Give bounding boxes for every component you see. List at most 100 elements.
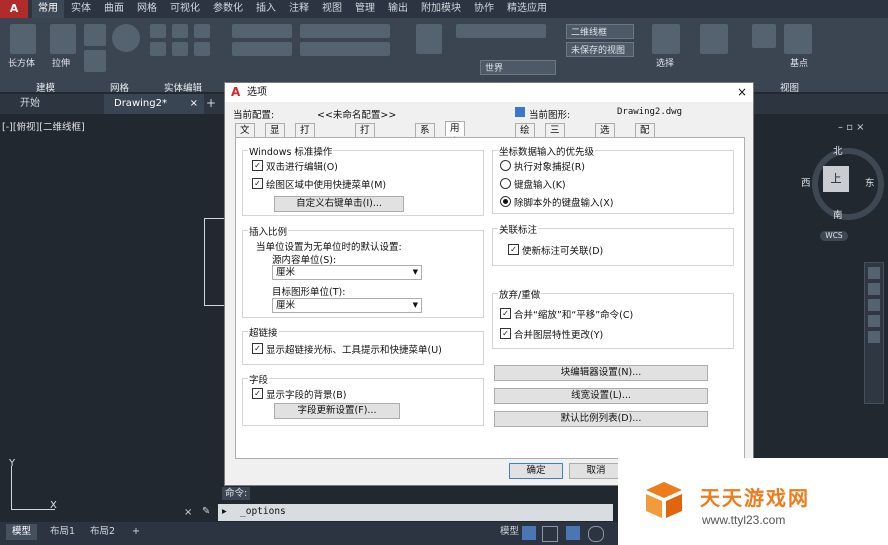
options-tab[interactable]: 配置 xyxy=(635,123,655,150)
options-tab[interactable]: 打印和发布 xyxy=(355,123,375,192)
layout1-tab[interactable]: 布局1 xyxy=(44,524,81,540)
add-layout-button[interactable]: + xyxy=(126,524,146,540)
draw-tools-icon[interactable] xyxy=(232,42,292,56)
group-mesh[interactable]: 网格 xyxy=(110,80,129,94)
command-input[interactable]: _options xyxy=(240,506,286,517)
keyboard-except-radio[interactable] xyxy=(500,196,511,207)
select-tool-icon[interactable] xyxy=(652,24,680,54)
close-icon[interactable]: × xyxy=(184,507,192,518)
viewcube-east[interactable]: 东 xyxy=(865,175,875,189)
layout2-tab[interactable]: 布局2 xyxy=(84,524,121,540)
grid-icon[interactable] xyxy=(522,526,536,540)
ribbon-tab[interactable]: 视图 xyxy=(316,0,348,18)
close-icon[interactable]: × xyxy=(190,94,198,114)
default-scale-list-button[interactable]: 默认比例列表(D)... xyxy=(494,411,708,427)
options-tab[interactable]: 系统 xyxy=(415,123,435,150)
group-view[interactable]: 视图 xyxy=(780,80,799,94)
box-tool-icon[interactable] xyxy=(10,24,36,54)
ribbon-tab[interactable]: 精选应用 xyxy=(501,0,553,18)
lineweight-settings-button[interactable]: 线宽设置(L)... xyxy=(494,388,708,404)
ribbon-tab[interactable]: 网格 xyxy=(131,0,163,18)
viewcube-top-face[interactable]: 上 xyxy=(823,166,849,192)
ucs-dropdown[interactable]: 世界 xyxy=(480,60,556,75)
polar-tracking-icon[interactable] xyxy=(588,526,604,542)
shortcut-menu-checkbox[interactable]: ✓ xyxy=(252,178,263,189)
customize-right-click-button[interactable]: 自定义右键单击(I)... xyxy=(274,196,404,212)
draw-tools-icon[interactable] xyxy=(232,24,292,38)
tool-icon[interactable] xyxy=(150,42,166,56)
ribbon-tab[interactable]: 可视化 xyxy=(164,0,206,18)
options-tab[interactable]: 打开和保存 xyxy=(295,123,315,192)
snap-icon[interactable] xyxy=(542,526,558,542)
group-solid-edit[interactable]: 实体编辑 xyxy=(164,80,202,94)
viewport-window-controls[interactable]: – ▫ × xyxy=(838,122,865,133)
ribbon-tab[interactable]: 曲面 xyxy=(98,0,130,18)
modify-tools-icon[interactable] xyxy=(300,24,390,38)
wrench-icon[interactable]: ✎ xyxy=(202,506,210,517)
combine-layer-checkbox[interactable]: ✓ xyxy=(500,328,511,339)
start-tab[interactable]: 开始 xyxy=(10,94,50,114)
tool-icon[interactable] xyxy=(172,42,188,56)
ribbon-tab[interactable]: 参数化 xyxy=(207,0,249,18)
options-tab[interactable]: 用户系统配置 xyxy=(445,121,465,204)
close-icon[interactable]: × xyxy=(737,83,747,102)
assoc-dim-checkbox[interactable]: ✓ xyxy=(508,244,519,255)
tool-icon[interactable] xyxy=(172,24,188,38)
tool-icon[interactable] xyxy=(150,24,166,38)
ribbon-tab[interactable]: 附加模块 xyxy=(415,0,467,18)
modify-tools-icon[interactable] xyxy=(300,42,390,56)
viewcube-west[interactable]: 西 xyxy=(801,175,811,189)
coord-tools-icon[interactable] xyxy=(456,24,546,38)
ribbon-tab[interactable]: 协作 xyxy=(468,0,500,18)
section-plane-icon[interactable] xyxy=(416,24,442,54)
ok-button[interactable]: 确定 xyxy=(509,463,563,479)
steering-wheel-icon[interactable] xyxy=(868,267,880,279)
group-tool-icon[interactable] xyxy=(700,24,728,54)
model-space-button[interactable]: 模型 xyxy=(494,524,525,540)
orbit-icon[interactable] xyxy=(868,315,880,327)
options-tab[interactable]: 显示 xyxy=(265,123,285,150)
view-tool-icon[interactable] xyxy=(752,24,776,48)
source-units-select[interactable]: 厘米 ▼ xyxy=(272,265,422,280)
tool-icon[interactable] xyxy=(84,24,106,46)
showmotion-icon[interactable] xyxy=(868,331,880,343)
options-tab[interactable]: 文件 xyxy=(235,123,255,150)
zoom-icon[interactable] xyxy=(868,299,880,311)
named-view-dropdown[interactable]: 未保存的视图 xyxy=(566,42,634,57)
ribbon-tab[interactable]: 管理 xyxy=(349,0,381,18)
tool-icon[interactable] xyxy=(194,24,210,38)
viewport-controls[interactable]: [-][俯视][二维线框] xyxy=(2,119,85,133)
field-bg-checkbox[interactable]: ✓ xyxy=(252,388,263,399)
model-tab[interactable]: 模型 xyxy=(6,524,38,540)
keyboard-radio[interactable] xyxy=(500,178,511,189)
pan-icon[interactable] xyxy=(868,283,880,295)
ribbon-tab[interactable]: 插入 xyxy=(250,0,282,18)
ribbon-tab[interactable]: 输出 xyxy=(382,0,414,18)
ribbon-tab[interactable]: 注释 xyxy=(283,0,315,18)
new-tab-icon[interactable]: + xyxy=(206,96,216,110)
base-view-icon[interactable] xyxy=(784,24,812,54)
hyperlink-checkbox[interactable]: ✓ xyxy=(252,343,263,354)
dblclick-checkbox[interactable]: ✓ xyxy=(252,160,263,171)
target-units-select[interactable]: 厘米 ▼ xyxy=(272,298,422,313)
viewcube-north[interactable]: 北 xyxy=(833,143,843,157)
group-modeling[interactable]: 建模 xyxy=(36,80,55,94)
tool-icon[interactable] xyxy=(194,42,210,56)
viewcube-south[interactable]: 南 xyxy=(833,207,843,221)
field-update-button[interactable]: 字段更新设置(F)... xyxy=(274,403,400,419)
options-tab[interactable]: 三维建模 xyxy=(545,123,565,178)
block-editor-settings-button[interactable]: 块编辑器设置(N)... xyxy=(494,365,708,381)
app-logo[interactable]: A xyxy=(0,0,28,18)
tool-icon[interactable] xyxy=(84,50,106,72)
ribbon-tab[interactable]: 实体 xyxy=(65,0,97,18)
extrude-tool-icon[interactable] xyxy=(50,24,76,54)
combine-zoom-checkbox[interactable]: ✓ xyxy=(500,308,511,319)
ribbon-tab[interactable]: 常用 xyxy=(32,0,64,18)
osnap-radio[interactable] xyxy=(500,160,511,171)
drawing-tab[interactable]: Drawing2* × xyxy=(104,94,204,114)
options-tab[interactable]: 绘图 xyxy=(515,123,535,150)
command-line[interactable]: ▸ _options xyxy=(218,504,613,521)
cancel-button[interactable]: 取消 xyxy=(569,463,623,479)
visual-style-dropdown[interactable]: 二维线框 xyxy=(566,24,634,39)
options-tab[interactable]: 选择集 xyxy=(595,123,615,164)
